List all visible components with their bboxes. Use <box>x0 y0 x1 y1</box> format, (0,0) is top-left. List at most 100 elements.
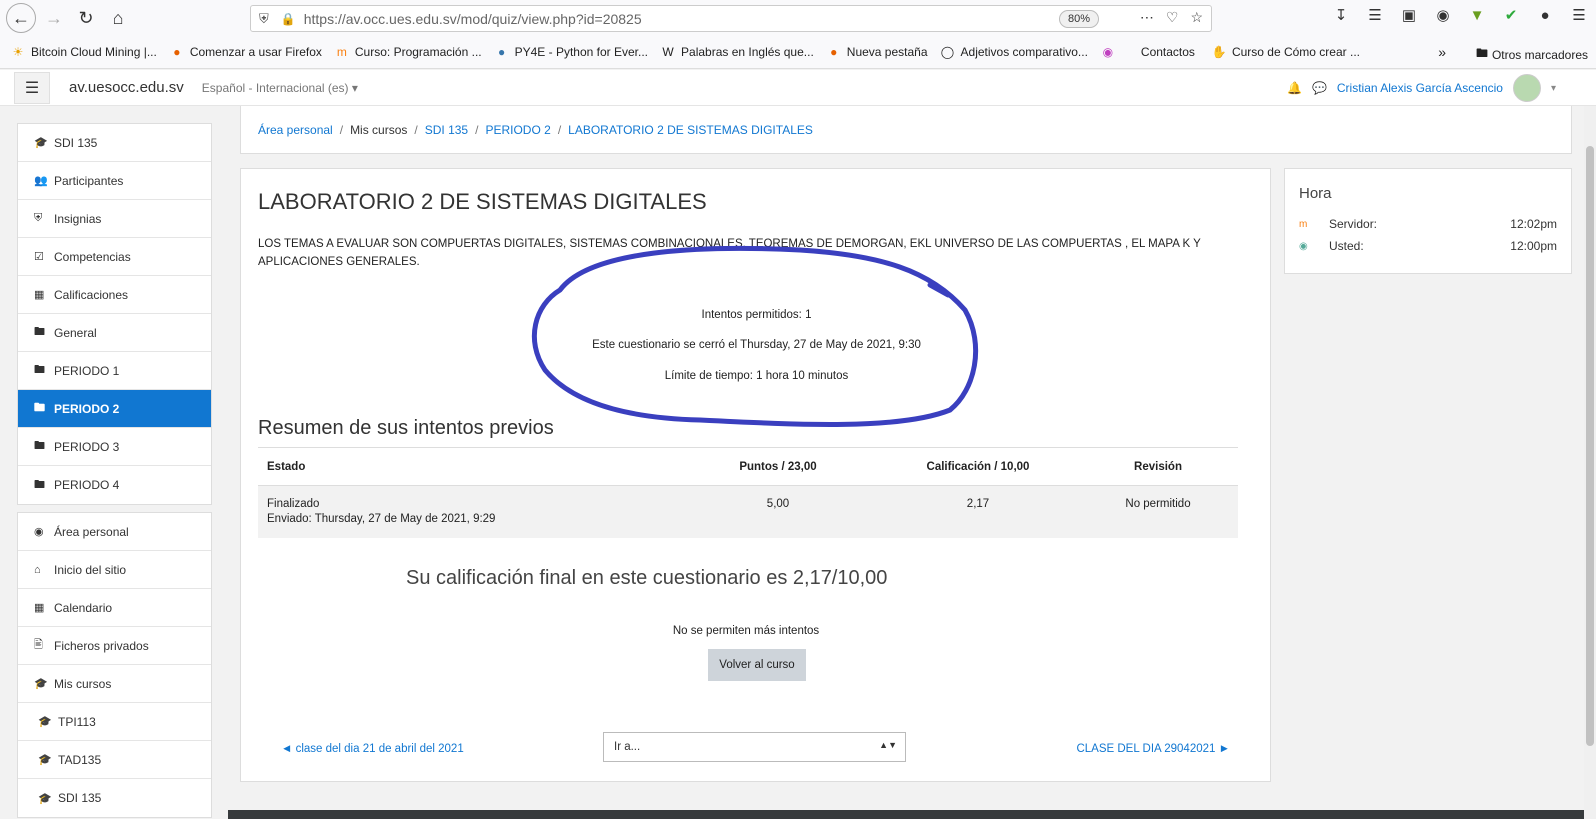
more-icon[interactable]: ⋯ <box>1140 9 1154 26</box>
table-icon: ▦ <box>34 289 45 301</box>
sidebar-item-calendario[interactable]: ▦ Calendario <box>18 589 211 627</box>
bookmark-item[interactable]: ● Comenzar a usar Firefox <box>169 44 322 60</box>
bookmark-item[interactable]: ☀ Bitcoin Cloud Mining |... <box>10 44 157 60</box>
next-activity-link[interactable]: CLASE DEL DIA 29042021 ► <box>1076 743 1230 755</box>
sidebar-item-periodo4[interactable]: 🖿 PERIODO 4 <box>18 466 211 504</box>
reload-icon[interactable]: ↻ <box>72 4 100 32</box>
folder-icon: 🖿 <box>34 478 45 491</box>
forward-arrow-icon[interactable]: → <box>40 4 68 32</box>
bookmark-item[interactable]: ◯ Adjetivos comparativo... <box>940 44 1088 60</box>
sidebar-item-mis-cursos[interactable]: 🎓 Mis cursos <box>18 665 211 703</box>
bookmark-item[interactable]: Contactos <box>1141 45 1195 59</box>
quiz-description: LOS TEMAS A EVALUAR SON COMPUERTAS DIGIT… <box>258 238 1201 268</box>
site-name[interactable]: av.uesocc.edu.sv <box>69 79 184 96</box>
time-block-title: Hora <box>1299 185 1332 202</box>
server-time-row: m Servidor: 12:02pm <box>1299 217 1557 231</box>
bookmark-item[interactable]: m Curso: Programación ... <box>334 44 482 60</box>
sidebar-item-competencias[interactable]: ☑ Competencias <box>18 238 211 276</box>
avatar[interactable] <box>1512 74 1541 102</box>
extension-icon[interactable]: ● <box>1534 7 1556 24</box>
lock-icon[interactable]: 🔒 <box>281 12 296 26</box>
folder-icon: 🖿 <box>34 326 45 338</box>
sidebar-item-periodo2[interactable]: 🖿 PERIODO 2 <box>18 390 211 428</box>
sidebar-item-calificaciones[interactable]: ▦ Calificaciones <box>18 276 211 314</box>
breadcrumb-item[interactable]: PERIODO 2 <box>485 123 550 137</box>
bell-icon[interactable]: 🔔 <box>1287 81 1302 95</box>
account-icon[interactable]: ◉ <box>1432 6 1454 24</box>
bookmark-item[interactable]: ✋ Curso de Cómo crear ... <box>1211 44 1360 60</box>
sidebar-item-label: Participantes <box>54 173 124 188</box>
python-icon: ● <box>497 45 506 59</box>
sidebar-item-label: SDI 135 <box>54 135 98 150</box>
globe-icon: ◯ <box>940 45 955 59</box>
chevron-right-icon[interactable]: » <box>1438 44 1446 60</box>
firefox-icon: ● <box>830 45 838 59</box>
hand-icon: ✋ <box>1211 45 1227 59</box>
star-icon[interactable]: ☆ <box>1190 9 1203 26</box>
server-label: Servidor: <box>1329 217 1378 231</box>
breadcrumb-item[interactable]: LABORATORIO 2 DE SISTEMAS DIGITALES <box>568 123 813 137</box>
bookmark-label: Bitcoin Cloud Mining |... <box>31 45 157 59</box>
sidebar-item-tad135[interactable]: 🎓 TAD135 <box>18 741 211 779</box>
menu-toggle-icon[interactable]: ☰ <box>14 71 50 104</box>
user-name[interactable]: Cristian Alexis García Ascencio <box>1337 81 1503 95</box>
caret-down-icon: ▾ <box>351 80 358 95</box>
home-icon[interactable]: ⌂ <box>104 4 132 32</box>
sidebar-item-label: Calificaciones <box>54 287 129 302</box>
sidebar-item-sdi135-b[interactable]: 🎓 SDI 135 <box>18 779 211 817</box>
library-icon[interactable]: ☰ <box>1364 6 1386 24</box>
sidebar-item-ficheros[interactable]: 🖹 Ficheros privados <box>18 627 211 665</box>
prev-activity-link[interactable]: ◄ clase del dia 21 de abril del 2021 <box>281 743 464 755</box>
url-text[interactable]: https://av.occ.ues.edu.sv/mod/quiz/view.… <box>304 11 642 27</box>
sidebar-item-sdi135[interactable]: 🎓 SDI 135 <box>18 124 211 162</box>
sidebar-icon[interactable]: ▣ <box>1398 6 1420 24</box>
url-bar[interactable]: ⛨ 🔒 https://av.occ.ues.edu.sv/mod/quiz/v… <box>250 5 1212 32</box>
users-icon: 👥 <box>34 175 48 187</box>
sun-icon: ☀ <box>12 45 24 59</box>
shield-icon[interactable]: ⛨ <box>259 11 269 27</box>
scrollbar[interactable] <box>1584 106 1596 819</box>
sidebar-item-periodo3[interactable]: 🖿 PERIODO 3 <box>18 428 211 466</box>
language-selector[interactable]: Español - Internacional (es) ▾ <box>202 81 358 95</box>
zoom-badge[interactable]: 80% <box>1058 10 1099 28</box>
sidebar-item-insignias[interactable]: ⛨ Insignias <box>18 200 211 238</box>
bookmark-label: PY4E - Python for Ever... <box>514 45 649 59</box>
browser-toolbar: ← → ↻ ⌂ ⛨ 🔒 https://av.occ.ues.edu.sv/mo… <box>0 0 1596 36</box>
sidebar-item-inicio[interactable]: ⌂ Inicio del sitio <box>18 551 211 589</box>
user-label: Usted: <box>1329 239 1364 253</box>
extension-down-icon[interactable]: ▼ <box>1466 7 1488 24</box>
bookmark-item[interactable]: ● PY4E - Python for Ever... <box>494 44 648 60</box>
graduation-cap-icon: 🎓 <box>38 792 52 805</box>
sidebar-item-label: TPI113 <box>58 714 96 729</box>
bookmark-label: Comenzar a usar Firefox <box>189 45 322 59</box>
sidebar-item-general[interactable]: 🖿 General <box>18 314 211 352</box>
menu-icon[interactable]: ☰ <box>1568 6 1590 24</box>
table-row: Finalizado Enviado: Thursday, 27 de May … <box>258 485 1238 538</box>
chat-icon[interactable]: 💬 <box>1312 81 1327 95</box>
user-time-row: ◉ Usted: 12:00pm <box>1299 239 1557 253</box>
pocket-icon[interactable]: ♡ <box>1166 9 1179 26</box>
download-icon[interactable]: ↧ <box>1330 6 1352 24</box>
bookmark-item[interactable]: ◉ <box>1100 44 1121 60</box>
jump-to-select[interactable]: Ir a... ▲▼ <box>603 732 906 762</box>
attempts-table: Estado Puntos / 23,00 Calificación / 10,… <box>258 447 1238 538</box>
time-block: Hora m Servidor: 12:02pm ◉ Usted: 12:00p… <box>1284 168 1572 274</box>
other-bookmarks[interactable]: 🖿 Otros marcadores <box>1476 44 1588 65</box>
scroll-thumb[interactable] <box>1586 146 1594 746</box>
breadcrumb-item[interactable]: Área personal <box>258 123 333 137</box>
sidebar-item-tpi113[interactable]: 🎓 TPI113 <box>18 703 211 741</box>
moodle-navbar: ☰ av.uesocc.edu.sv Español - Internacion… <box>0 70 1596 106</box>
folder-icon: 🖿 <box>34 440 45 452</box>
bookmark-item[interactable]: ● Nueva pestaña <box>826 44 928 60</box>
sidebar-item-periodo1[interactable]: 🖿 PERIODO 1 <box>18 352 211 390</box>
other-bookmarks-label: Otros marcadores <box>1491 47 1588 62</box>
bookmark-label: Nueva pestaña <box>846 45 928 59</box>
back-to-course-button[interactable]: Volver al curso <box>708 649 806 681</box>
back-arrow-icon[interactable]: ← <box>6 3 36 33</box>
check-circle-icon[interactable]: ✔ <box>1500 6 1522 24</box>
breadcrumb-item[interactable]: SDI 135 <box>425 123 468 137</box>
caret-down-icon[interactable]: ▾ <box>1551 83 1556 94</box>
sidebar-item-participantes[interactable]: 👥 Participantes <box>18 162 211 200</box>
bookmark-item[interactable]: W Palabras en Inglés que... <box>660 44 813 60</box>
sidebar-item-area-personal[interactable]: ◉ Área personal <box>18 513 211 551</box>
